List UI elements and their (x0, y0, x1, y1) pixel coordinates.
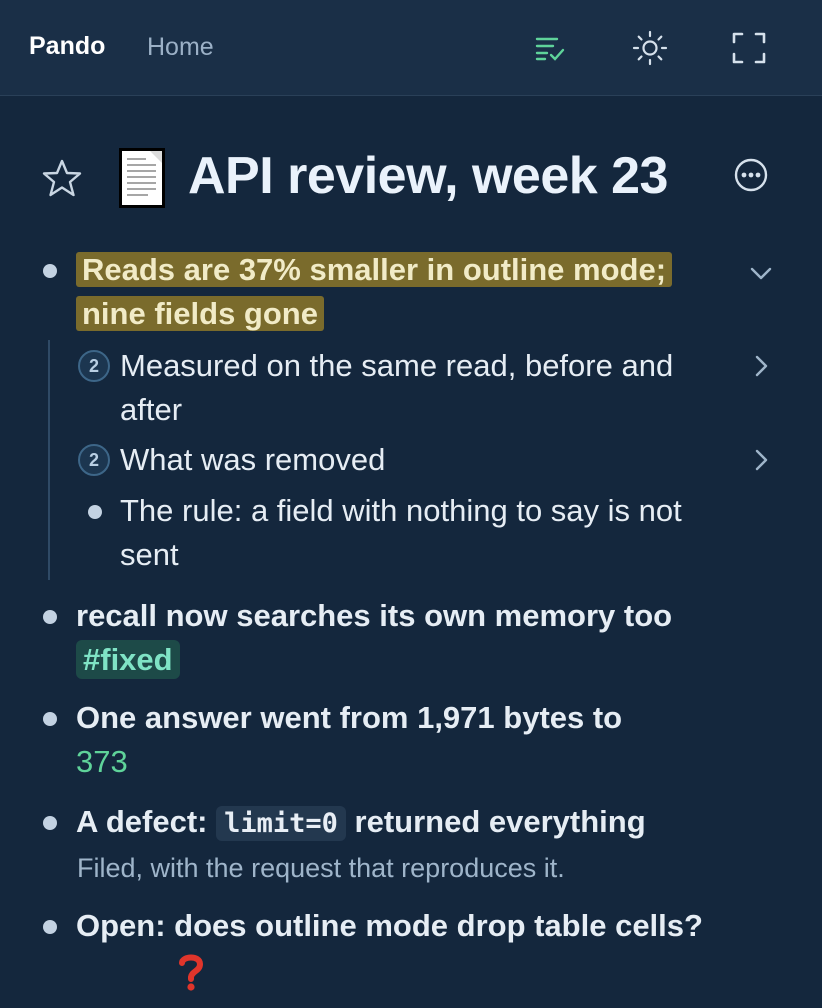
list-item[interactable]: One answer went from 1,971 bytes to 373 (76, 696, 756, 784)
brand-logo[interactable]: Pando (29, 32, 105, 61)
list-item[interactable]: What was removed (120, 438, 720, 482)
child-count-badge[interactable]: 2 (78, 350, 110, 382)
item-text: Open: does outline mode drop table cells… (76, 908, 703, 943)
child-guide-line (48, 340, 50, 580)
chevron-right-icon[interactable] (746, 351, 776, 381)
item-note: Filed, with the request that reproduces … (77, 853, 565, 883)
tag-fixed[interactable]: #fixed (76, 640, 180, 679)
top-bar: Pando Home (0, 0, 822, 96)
bullet[interactable] (43, 712, 57, 726)
highlighted-text: Reads are 37% smaller in outline mode; (76, 252, 673, 287)
bullet[interactable] (43, 816, 57, 830)
outline-icon[interactable] (531, 28, 571, 68)
page-emoji-icon (114, 145, 170, 211)
bullet[interactable] (88, 505, 102, 519)
bullet[interactable] (43, 610, 57, 624)
chevron-right-icon[interactable] (746, 445, 776, 475)
star-icon[interactable] (40, 156, 84, 200)
fullscreen-icon[interactable] (729, 28, 769, 68)
home-link[interactable]: Home (147, 33, 214, 62)
value-number: 373 (76, 744, 128, 779)
list-item[interactable]: Reads are 37% smaller in outline mode; n… (76, 248, 756, 336)
item-text: A defect: (76, 804, 208, 839)
bullet[interactable] (43, 264, 57, 278)
item-text: returned everything (354, 804, 646, 839)
question-mark-icon (175, 952, 207, 992)
item-text: recall now searches its own memory too (76, 598, 673, 633)
bullet[interactable] (43, 920, 57, 934)
item-text: One answer went from 1,971 bytes to (76, 700, 623, 735)
page-title: API review, week 23 (188, 147, 668, 205)
list-item[interactable]: A defect: limit=0 returned everything (76, 800, 796, 846)
more-options-icon[interactable] (731, 155, 771, 195)
list-item[interactable]: recall now searches its own memory too #… (76, 594, 756, 682)
sun-icon[interactable] (630, 28, 670, 68)
inline-code: limit=0 (216, 806, 346, 841)
list-item[interactable]: Measured on the same read, before and af… (120, 344, 720, 432)
highlighted-text: nine fields gone (76, 296, 324, 331)
child-count-badge[interactable]: 2 (78, 444, 110, 476)
list-item[interactable]: The rule: a field with nothing to say is… (120, 489, 740, 577)
page-title-row: API review, week 23 (0, 140, 822, 220)
chevron-down-icon[interactable] (746, 258, 776, 288)
list-item[interactable]: Open: does outline mode drop table cells… (76, 904, 716, 948)
